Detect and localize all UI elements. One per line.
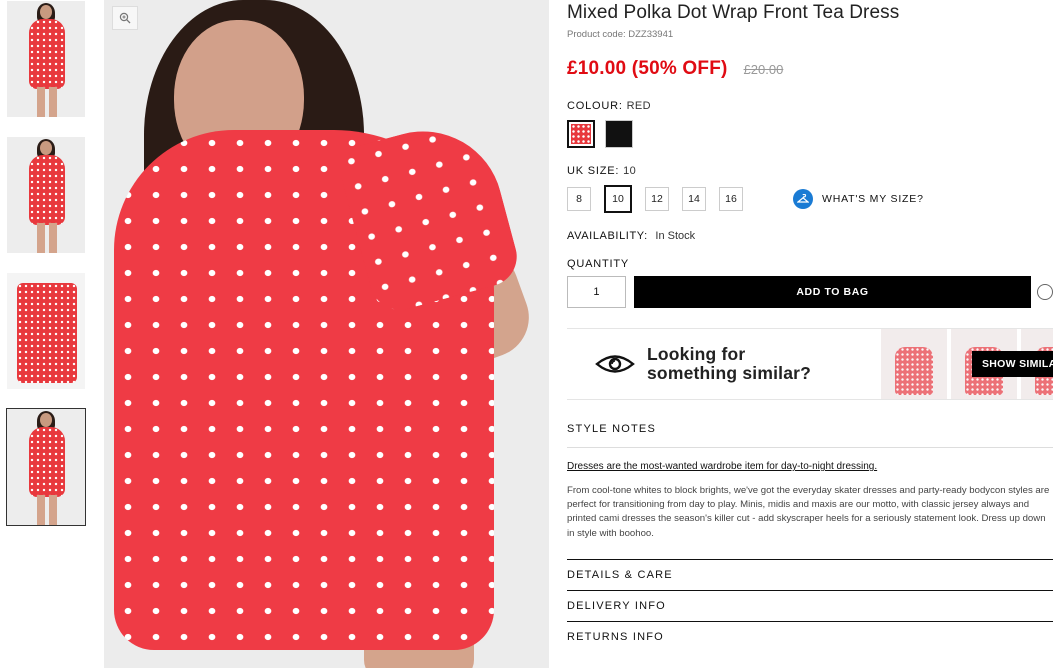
colour-swatch-black[interactable] (605, 120, 633, 148)
size-option-10[interactable]: 10 (604, 185, 632, 213)
info-accordion: DETAILS & CARE DELIVERY INFO RETURNS INF… (567, 558, 1053, 652)
product-details-panel: Mixed Polka Dot Wrap Front Tea Dress Pro… (567, 0, 1053, 652)
colour-label: COLOUR: RED (567, 100, 652, 112)
colour-swatches (567, 120, 1053, 148)
similar-items-banner: Looking for something similar? SHOW SIMI… (567, 328, 1053, 400)
size-option-16[interactable]: 16 (719, 187, 743, 211)
thumbnail-4[interactable] (6, 408, 86, 526)
thumbnail-1[interactable] (6, 0, 86, 118)
delivery-info-section[interactable]: DELIVERY INFO (567, 589, 1053, 621)
price-row: £10.00 (50% OFF) £20.00 (567, 58, 1053, 80)
style-notes-heading[interactable]: STYLE NOTES (567, 423, 1053, 448)
size-value: 10 (623, 165, 637, 177)
thumbnail-2[interactable] (6, 136, 86, 254)
availability-value: In Stock (655, 230, 696, 242)
returns-info-section[interactable]: RETURNS INFO (567, 620, 1053, 652)
eye-icon (595, 353, 635, 375)
size-option-12[interactable]: 12 (645, 187, 669, 211)
quantity-input[interactable]: 1 (567, 276, 626, 308)
wishlist-icon[interactable] (1037, 284, 1053, 300)
similar-text: Looking for something similar? (647, 344, 812, 383)
style-notes-lead[interactable]: Dresses are the most-wanted wardrobe ite… (567, 461, 1053, 472)
size-option-8[interactable]: 8 (567, 187, 591, 211)
product-title: Mixed Polka Dot Wrap Front Tea Dress (567, 2, 900, 23)
similar-image-1 (881, 329, 947, 399)
thumbnail-strip (6, 0, 88, 544)
sale-price: £10.00 (50% OFF) (567, 58, 728, 79)
colour-swatch-red[interactable] (567, 120, 595, 148)
quantity-row: 1 ADD TO BAG (567, 276, 1053, 308)
style-notes-body: From cool-tone whites to block brights, … (567, 485, 1050, 539)
add-to-bag-button[interactable]: ADD TO BAG (633, 276, 1032, 308)
original-price: £20.00 (743, 62, 784, 77)
quantity-label: QUANTITY (567, 258, 630, 270)
main-product-image[interactable] (104, 0, 549, 668)
hanger-icon (793, 189, 813, 209)
availability: AVAILABILITY: In Stock (567, 230, 696, 242)
size-label: UK SIZE: 10 (567, 165, 637, 177)
size-option-14[interactable]: 14 (682, 187, 706, 211)
details-care-section[interactable]: DETAILS & CARE (567, 558, 1053, 590)
colour-value: RED (626, 100, 652, 112)
show-similar-button[interactable]: SHOW SIMILA (972, 351, 1053, 377)
zoom-in-icon[interactable] (112, 6, 138, 30)
size-selector: 8 10 12 14 16 WHAT'S MY SIZE? (567, 185, 1053, 213)
product-code: Product code: DZZ33941 (567, 29, 674, 40)
whats-my-size-link[interactable]: WHAT'S MY SIZE? (793, 189, 924, 209)
thumbnail-3[interactable] (6, 272, 86, 390)
